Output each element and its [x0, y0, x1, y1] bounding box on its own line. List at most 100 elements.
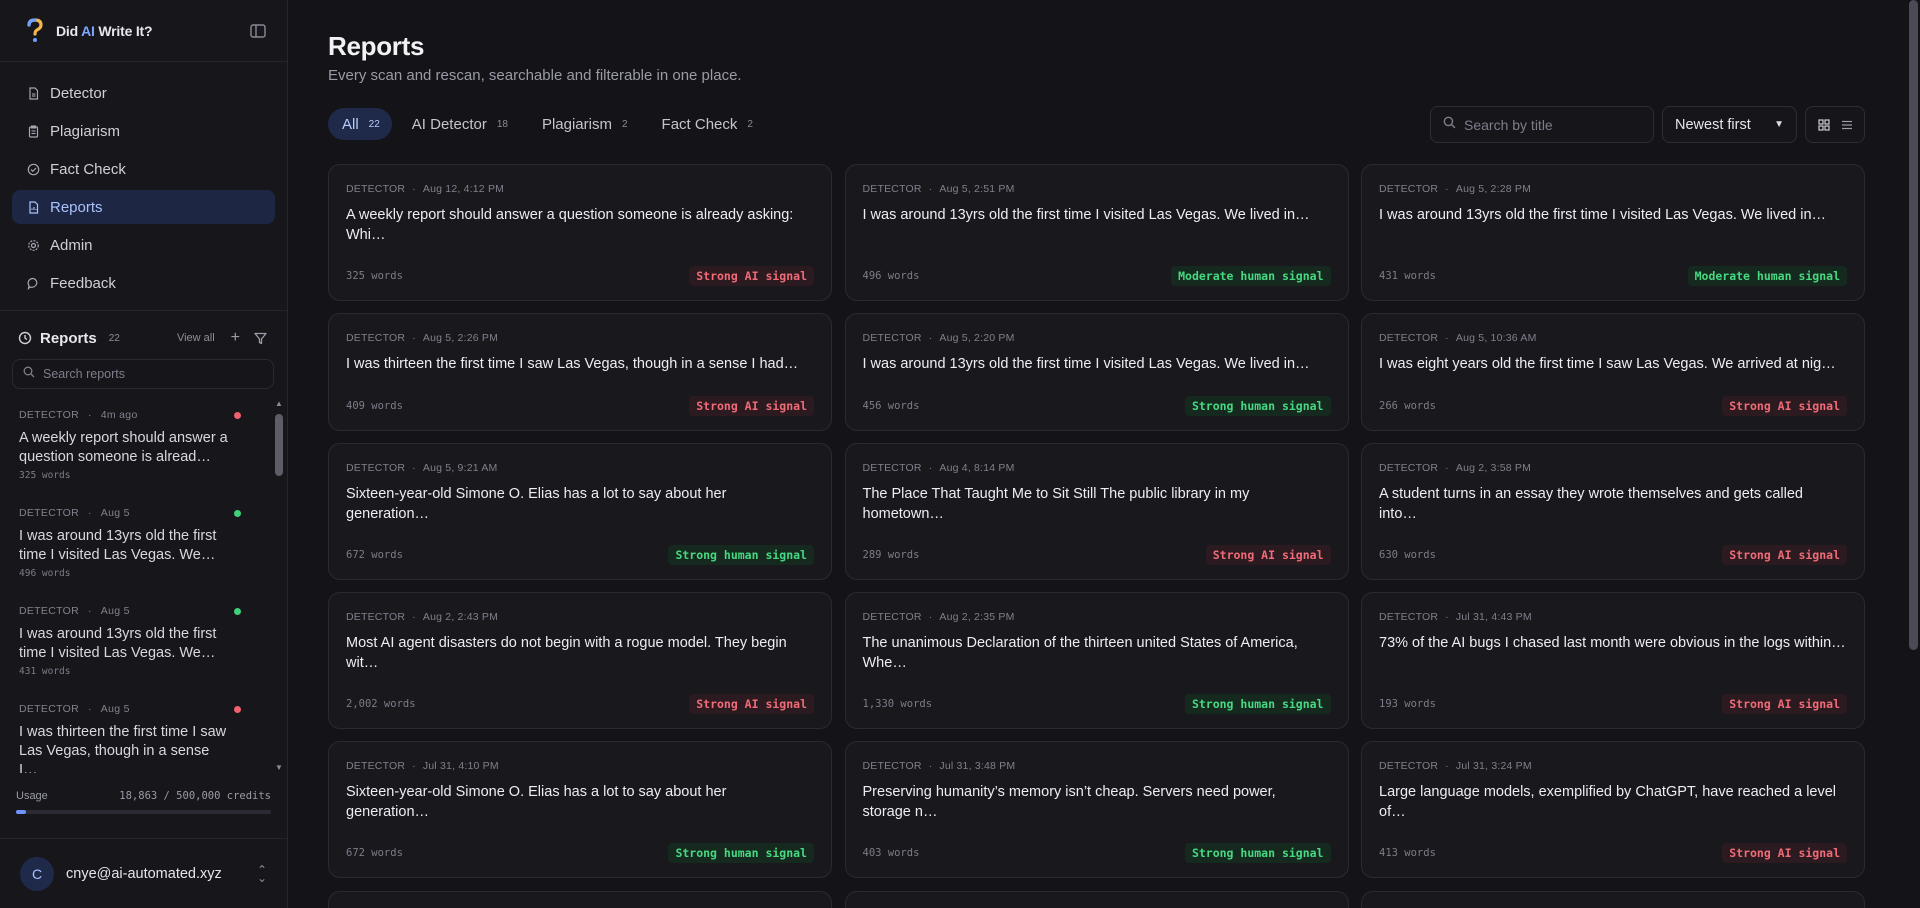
report-type: DETECTOR — [1379, 332, 1439, 344]
tab-label: AI Detector — [411, 115, 487, 133]
report-date: Aug 2, 2:35 PM — [939, 611, 1015, 623]
report-card[interactable]: DETECTOR · Jul 31, 3:24 PM Large language m… — [1361, 741, 1865, 878]
report-card[interactable]: DETECTOR · Jul 31, 4:43 PM 73% of the AI bu… — [1361, 592, 1865, 729]
nav-item-detector[interactable]: Detector — [12, 76, 275, 110]
report-card[interactable]: DETECTOR · Aug 2, 2:43 PM Most AI agent dis… — [328, 592, 832, 729]
list-item[interactable]: DETECTOR · Aug 5 I was around 13yrs old the… — [0, 497, 271, 595]
report-card[interactable] — [1361, 891, 1865, 908]
report-card[interactable]: DETECTOR · Jul 31, 3:48 PM Preserving human… — [844, 741, 1349, 878]
report-card[interactable]: DETECTOR · Aug 5, 2:20 PM I was around 13yr… — [844, 313, 1349, 431]
report-card[interactable] — [844, 891, 1349, 908]
nav-item-admin[interactable]: Admin — [12, 228, 275, 262]
sidebar-toggle-icon[interactable] — [249, 23, 267, 39]
sidebar-reports-title: Reports — [40, 329, 97, 347]
report-title: Large language models, exemplified by Ch… — [1379, 784, 1837, 820]
scroll-up-icon[interactable]: ▲ — [274, 399, 284, 409]
tab-count: 2 — [621, 118, 628, 130]
report-card[interactable]: DETECTOR · Jul 31, 4:10 PM Sixteen-year-old… — [328, 741, 832, 878]
signal-badge: Strong AI signal — [689, 266, 814, 286]
report-card[interactable]: DETECTOR · Aug 4, 8:14 PM The Place That Ta… — [844, 443, 1349, 580]
signal-badge: Strong AI signal — [1722, 694, 1847, 714]
tab-count: 22 — [368, 118, 380, 130]
report-card[interactable]: DETECTOR · Aug 5, 2:28 PM I was around 13yr… — [1361, 164, 1865, 301]
title-search-input[interactable] — [1464, 116, 1634, 133]
status-dot — [234, 705, 241, 713]
tab-ai-detector[interactable]: AI Detector 18 — [398, 108, 522, 140]
grid-view-icon[interactable] — [1816, 117, 1832, 133]
signal-badge: Strong human signal — [1184, 396, 1331, 416]
report-card[interactable]: DETECTOR · Aug 5, 2:51 PM I was around 13yr… — [844, 164, 1349, 301]
report-title: I was around 13yrs old the first time I … — [862, 356, 1310, 372]
view-toggle — [1805, 106, 1865, 143]
nav-item-fact-check[interactable]: Fact Check — [12, 152, 275, 186]
tab-all[interactable]: All 22 — [328, 108, 392, 140]
usage-meter: Usage 18,863 / 500,000 credits — [0, 790, 287, 814]
tab-plagiarism[interactable]: Plagiarism 2 — [528, 108, 642, 140]
card-footer: 403 words Strong human signal — [863, 843, 1331, 863]
list-item[interactable]: DETECTOR · Aug 5 I was around 13yrs old the… — [0, 595, 271, 693]
list-item[interactable]: DETECTOR · 4m ago A weekly report should an… — [0, 399, 271, 497]
signal-badge: Strong AI signal — [1205, 545, 1331, 565]
report-card[interactable]: DETECTOR · Aug 2, 2:35 PM The unanimous Dec… — [844, 592, 1349, 729]
scroll-down-icon[interactable]: ▼ — [274, 763, 284, 773]
filter-icon[interactable] — [254, 332, 267, 345]
sidebar-search[interactable] — [12, 359, 274, 389]
list-item-meta: DETECTOR · Aug 5 — [19, 703, 257, 715]
title-search[interactable] — [1430, 106, 1654, 143]
signal-badge: Strong human signal — [1184, 843, 1331, 863]
card-footer: 266 words Strong AI signal — [1379, 396, 1847, 416]
signal-badge: Strong AI signal — [689, 694, 814, 714]
add-report-icon[interactable]: + — [231, 329, 240, 347]
report-type: DETECTOR — [862, 760, 922, 772]
report-type: DETECTOR — [19, 703, 79, 715]
nav-item-feedback[interactable]: Feedback — [12, 266, 275, 300]
sidebar-reports-count: 22 — [108, 332, 120, 344]
word-count: 266 words — [1379, 400, 1436, 412]
main-scrollbar[interactable] — [1906, 0, 1920, 908]
word-count: 496 words — [19, 568, 71, 579]
report-card[interactable]: DETECTOR · Aug 5, 9:21 AM Sixteen-year-old … — [328, 443, 832, 580]
main-nav: Detector Plagiarism Fact Check Reports Admin… — [0, 62, 287, 311]
tab-fact-check[interactable]: Fact Check 2 — [648, 108, 767, 140]
report-card[interactable]: DETECTOR · Aug 12, 4:12 PM A weekly report … — [328, 164, 832, 301]
scrollbar-thumb[interactable] — [275, 414, 283, 476]
report-type: DETECTOR — [862, 183, 922, 195]
tab-count: 18 — [496, 118, 508, 130]
card-meta: DETECTOR · Aug 5, 2:26 PM — [346, 332, 499, 344]
report-card[interactable]: DETECTOR · Aug 2, 3:58 PM A student turns i… — [1361, 443, 1865, 580]
report-type: DETECTOR — [862, 462, 922, 474]
card-meta: DETECTOR · Aug 5, 9:21 AM — [346, 462, 498, 474]
card-meta: DETECTOR · Aug 4, 8:14 PM — [862, 462, 1015, 474]
card-footer: 413 words Strong AI signal — [1379, 843, 1847, 863]
report-type: DETECTOR — [346, 332, 406, 344]
nav-item-plagiarism[interactable]: Plagiarism — [12, 114, 275, 148]
sort-select[interactable]: Newest first ▼ — [1662, 106, 1797, 143]
card-footer: 672 words Strong human signal — [346, 843, 814, 863]
list-view-icon[interactable] — [1839, 117, 1855, 133]
report-card[interactable] — [328, 891, 832, 908]
card-meta: DETECTOR · Aug 5, 2:51 PM — [862, 183, 1015, 195]
report-card[interactable]: DETECTOR · Aug 5, 2:26 PM I was thirteen th… — [328, 313, 832, 431]
view-all-link[interactable]: View all — [177, 332, 215, 344]
sidebar-search-input[interactable] — [43, 367, 243, 381]
report-title: I was around 13yrs old the first time I … — [1379, 207, 1827, 223]
sidebar-scrollbar[interactable]: ▲ ▼ — [274, 399, 284, 773]
report-type: DETECTOR — [19, 507, 79, 519]
usage-credits: 18,863 / 500,000 credits — [119, 790, 271, 802]
report-date: Aug 5, 9:21 AM — [422, 462, 498, 474]
user-menu[interactable]: C cnye@ai-automated.xyz ⌃ ⌄ — [0, 838, 287, 908]
report-title: I was around 13yrs old the first time I … — [19, 528, 217, 563]
report-date: Aug 5, 2:26 PM — [422, 332, 499, 344]
list-item[interactable]: DETECTOR · Aug 5 I was thirteen the first t… — [0, 693, 271, 773]
nav-item-reports[interactable]: Reports — [12, 190, 275, 224]
scrollbar-thumb[interactable] — [1909, 0, 1918, 650]
signal-badge: Moderate human signal — [1687, 266, 1847, 286]
report-date: Jul 31, 3:24 PM — [1455, 760, 1532, 772]
report-card[interactable]: DETECTOR · Aug 5, 10:36 AM I was eight year… — [1361, 313, 1865, 431]
word-count: 325 words — [19, 470, 71, 481]
chevron-updown-icon[interactable]: ⌃ ⌄ — [257, 864, 267, 884]
report-title: The Place That Taught Me to Sit Still Th… — [862, 486, 1250, 522]
check-circle-icon — [26, 162, 40, 176]
report-type: DETECTOR — [1379, 611, 1439, 623]
card-meta: DETECTOR · Jul 31, 3:24 PM — [1379, 760, 1532, 772]
